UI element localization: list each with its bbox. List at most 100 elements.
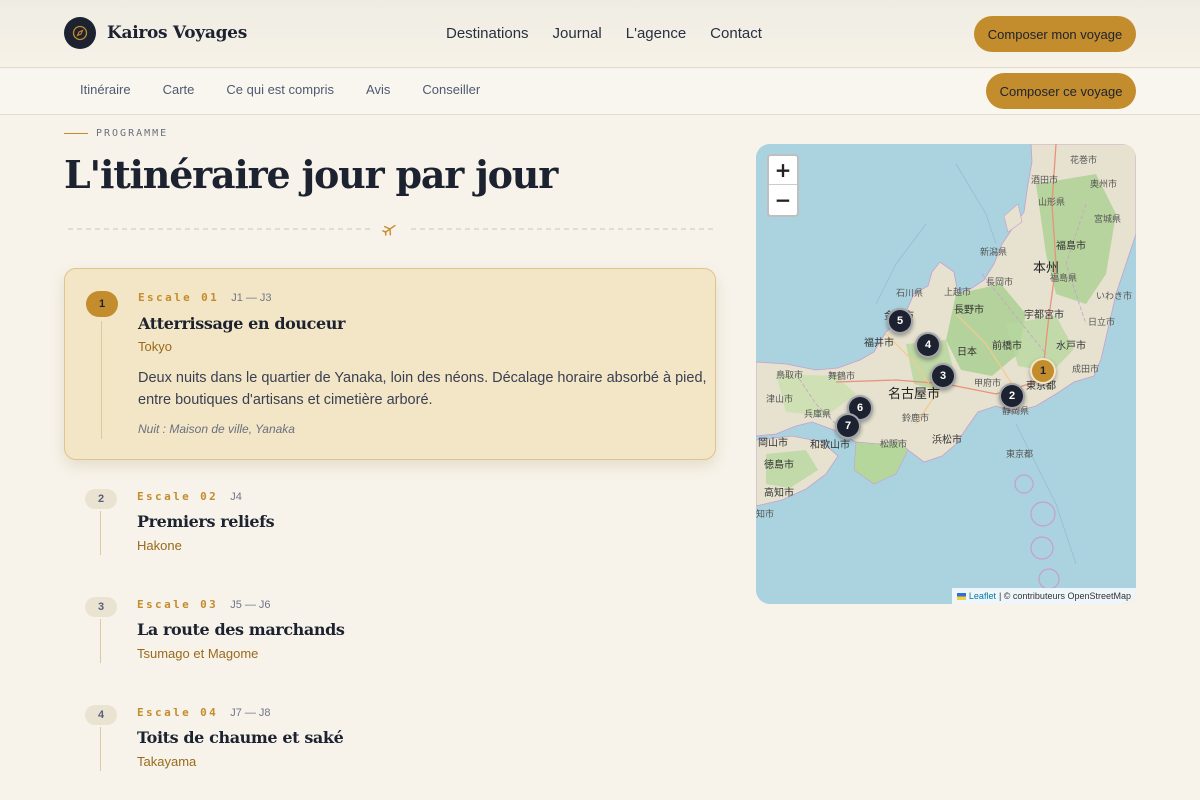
- nav-journal[interactable]: Journal: [553, 25, 602, 42]
- map-label: 日本: [957, 347, 977, 358]
- attribution-text: | © contributeurs OpenStreetMap: [998, 591, 1131, 601]
- map-label: 山形県: [1038, 198, 1066, 208]
- map-label: 日立市: [1088, 318, 1116, 328]
- map-marker-7[interactable]: 7: [835, 413, 861, 439]
- section-eyebrow: PROGRAMME: [64, 128, 168, 139]
- stop-number: 1: [86, 291, 118, 317]
- escale-days: J7 — J8: [230, 707, 271, 719]
- stop-title: Atterrissage en douceur: [138, 314, 346, 333]
- stop-number: 3: [85, 597, 117, 617]
- itinerary-card-active[interactable]: 1 Escale 01 J1 — J3 Atterrissage en douc…: [64, 268, 716, 460]
- section-tabs: Itinéraire Carte Ce qui est compris Avis…: [80, 82, 480, 97]
- stop-escale: Escale 04 J7 — J8: [137, 706, 271, 719]
- stop-description: Deux nuits dans le quartier de Yanaka, l…: [138, 370, 707, 408]
- timeline-line: [100, 619, 101, 663]
- map-label: 松阪市: [880, 440, 908, 450]
- map-label: 上越市: [944, 288, 972, 298]
- escale-label: Escale 02: [137, 490, 219, 503]
- stop-title: La route des marchands: [137, 620, 345, 639]
- nav-contact[interactable]: Contact: [710, 25, 762, 42]
- map-label: 舞鶴市: [828, 372, 856, 382]
- escale-label: Escale 01: [138, 291, 220, 304]
- map-label: 前橋市: [992, 341, 1022, 352]
- tab-itineraire[interactable]: Itinéraire: [80, 82, 131, 97]
- itinerary-map[interactable]: 花巻市 奥州市 酒田市 山形県 宮城県 福島市 本州 福島県 新潟県 いわき市 …: [756, 144, 1136, 604]
- tab-compris[interactable]: Ce qui est compris: [226, 82, 334, 97]
- map-attribution: Leaflet | © contributeurs OpenStreetMap: [951, 588, 1136, 604]
- map-label: 高知市: [764, 488, 794, 499]
- nav-destinations[interactable]: Destinations: [446, 25, 529, 42]
- map-label: いわき市: [1096, 292, 1133, 302]
- stop-escale: Escale 03 J5 — J6: [137, 598, 271, 611]
- map-label: 長野市: [954, 305, 984, 316]
- map-marker-1[interactable]: 1: [1030, 358, 1056, 384]
- map-label: 福島県: [1050, 274, 1078, 284]
- map-label: 福井市: [864, 338, 894, 349]
- map-label: 福島市: [1056, 241, 1086, 252]
- map-label: 鈴鹿市: [902, 414, 930, 424]
- map-label: 鳥取市: [776, 371, 804, 381]
- zoom-in-button[interactable]: +: [769, 156, 797, 185]
- timeline-line: [100, 727, 101, 771]
- itinerary-stop[interactable]: 2 Escale 02 J4 Premiers reliefs Hakone: [64, 488, 716, 568]
- ukraine-flag-icon: [956, 592, 966, 600]
- nav-agence[interactable]: L'agence: [626, 25, 686, 42]
- main-nav: Destinations Journal L'agence Contact: [446, 25, 762, 42]
- brand-name: Kairos Voyages: [107, 23, 247, 43]
- section-nav: Itinéraire Carte Ce qui est compris Avis…: [0, 69, 1200, 115]
- map-label: 新潟県: [980, 248, 1008, 258]
- map-label: 石川県: [896, 289, 924, 299]
- compose-trip-button[interactable]: Composer mon voyage: [974, 16, 1136, 52]
- map-label: 徳島市: [764, 460, 794, 471]
- map-label: 宇都宮市: [1024, 310, 1064, 321]
- map-label: 東京都: [1006, 450, 1034, 460]
- stop-place: Hakone: [137, 538, 182, 553]
- page-title: L'itinéraire jour par jour: [64, 152, 558, 197]
- plane-icon: [382, 224, 396, 236]
- map-label: 成田市: [1072, 365, 1100, 375]
- map-label: 津山市: [766, 395, 794, 405]
- zoom-out-button[interactable]: −: [769, 185, 797, 214]
- itinerary-stop[interactable]: 3 Escale 03 J5 — J6 La route des marchan…: [64, 596, 716, 676]
- brand[interactable]: Kairos Voyages: [64, 17, 247, 49]
- timeline-line: [100, 511, 101, 555]
- leaflet-link[interactable]: Leaflet: [969, 591, 996, 601]
- map-label: 知市: [756, 510, 775, 520]
- map-label: 甲府市: [974, 379, 1002, 389]
- stop-place: Takayama: [137, 754, 197, 769]
- compose-this-trip-button[interactable]: Composer ce voyage: [986, 73, 1136, 109]
- map-label: 名古屋市: [888, 387, 941, 402]
- stop-number: 2: [85, 489, 117, 509]
- escale-label: Escale 03: [137, 598, 219, 611]
- eyebrow-rule: [64, 133, 88, 134]
- tab-carte[interactable]: Carte: [163, 82, 195, 97]
- stop-number: 4: [85, 705, 117, 725]
- map-label: 奥州市: [1090, 180, 1118, 190]
- map-marker-4[interactable]: 4: [915, 332, 941, 358]
- tab-conseiller[interactable]: Conseiller: [422, 82, 480, 97]
- site-header: Kairos Voyages Destinations Journal L'ag…: [0, 0, 1200, 68]
- plane-divider: [68, 224, 716, 236]
- map-marker-2[interactable]: 2: [999, 383, 1025, 409]
- map-label: 浜松市: [932, 435, 962, 446]
- map-zoom-control: + −: [767, 154, 799, 217]
- map-label: 酒田市: [1031, 176, 1059, 186]
- stop-accommodation: Nuit : Maison de ville, Yanaka: [138, 422, 295, 436]
- map-marker-5[interactable]: 5: [887, 308, 913, 334]
- tab-avis[interactable]: Avis: [366, 82, 390, 97]
- map-label: 長岡市: [986, 278, 1014, 288]
- map-label: 花巻市: [1070, 156, 1098, 166]
- stop-place: Tsumago et Magome: [137, 646, 259, 661]
- stop-escale: Escale 02 J4: [137, 490, 242, 503]
- map-label: 兵庫県: [804, 410, 832, 420]
- escale-days: J4: [230, 491, 242, 503]
- timeline-line: [101, 321, 102, 439]
- map-marker-3[interactable]: 3: [930, 363, 956, 389]
- escale-days: J5 — J6: [230, 599, 271, 611]
- itinerary-stop[interactable]: 4 Escale 04 J7 — J8 Toits de chaume et s…: [64, 704, 716, 784]
- eyebrow-label: PROGRAMME: [96, 128, 169, 139]
- stop-escale: Escale 01 J1 — J3: [138, 291, 272, 304]
- stop-place: Tokyo: [138, 339, 172, 354]
- escale-days: J1 — J3: [231, 292, 272, 304]
- stop-title: Premiers reliefs: [137, 512, 275, 531]
